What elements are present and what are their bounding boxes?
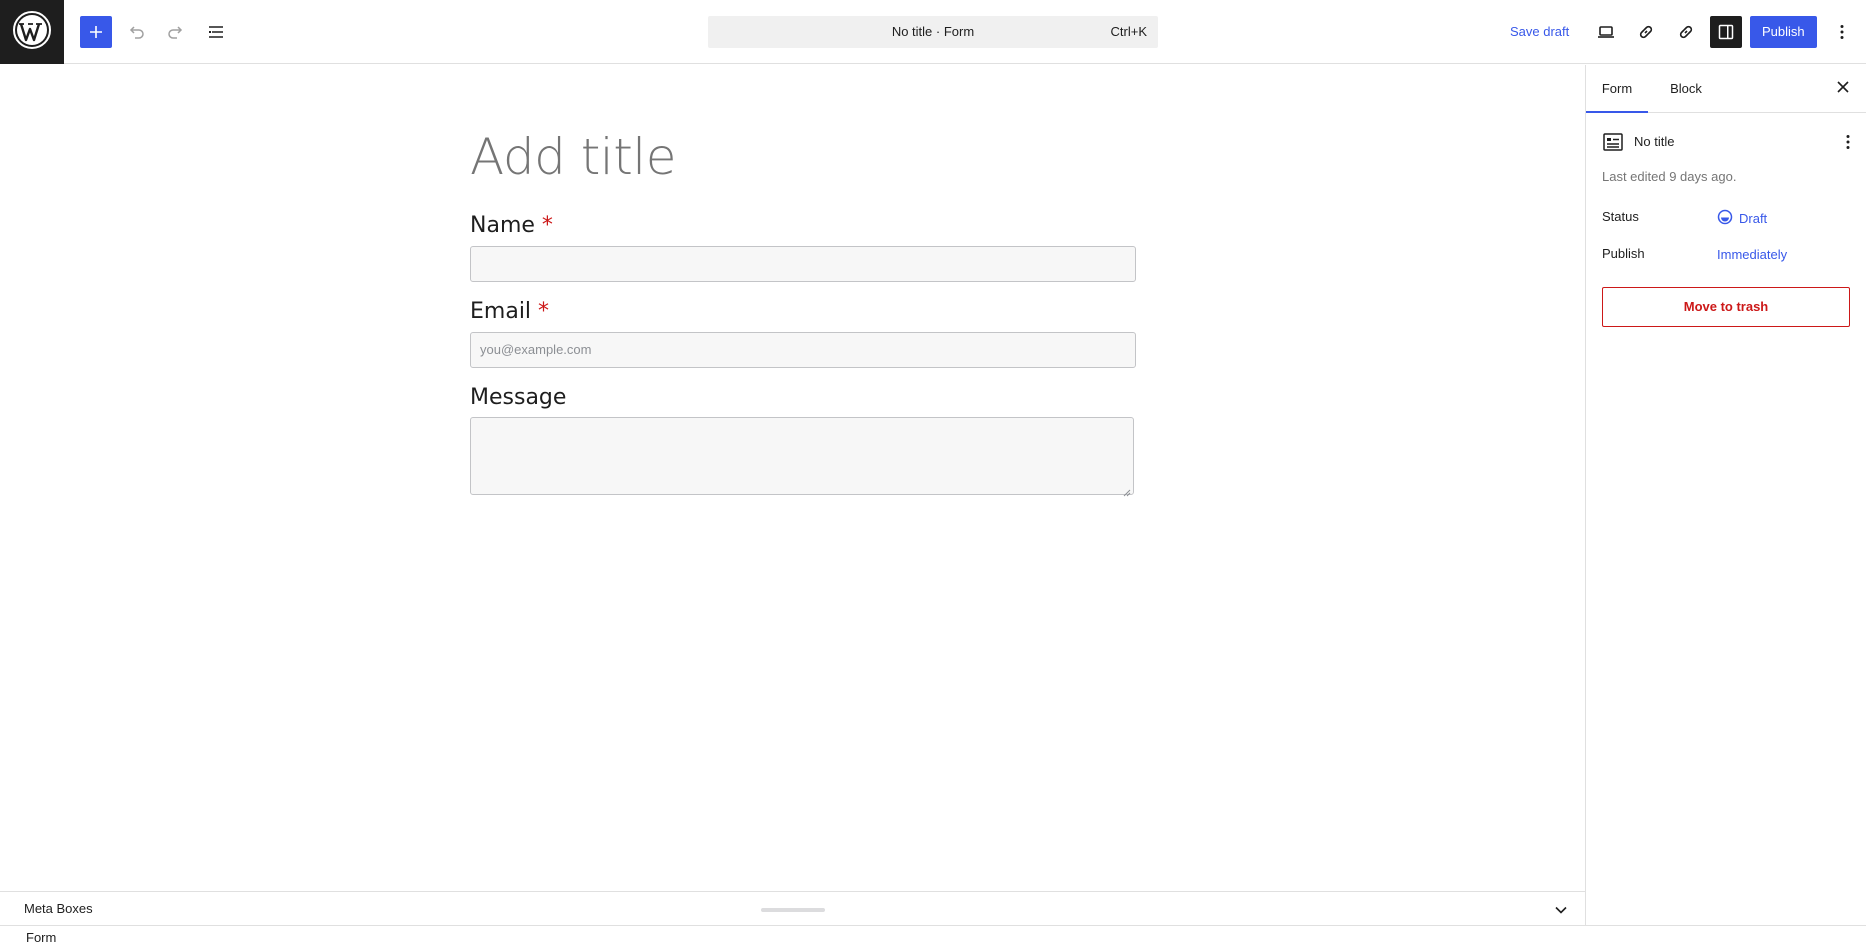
message-field-label: Message	[470, 385, 566, 410]
copy-link-button[interactable]	[1670, 16, 1702, 48]
document-summary: No title	[1602, 129, 1852, 155]
document-overview-button[interactable]	[200, 16, 232, 48]
undo-button[interactable]	[120, 16, 152, 48]
close-icon	[1836, 80, 1850, 99]
move-to-trash-button[interactable]: Move to trash	[1602, 287, 1850, 327]
preview-button[interactable]	[1590, 16, 1622, 48]
chevron-down-icon[interactable]	[1552, 901, 1570, 919]
link-icon	[1676, 22, 1696, 42]
sidebar-tabs: Form Block	[1586, 65, 1866, 113]
undo-icon	[126, 22, 146, 42]
plus-icon	[88, 24, 104, 40]
editor-canvas: Add title Name * Email * you@example.com…	[0, 65, 1585, 891]
wordpress-logo-button[interactable]	[0, 0, 64, 64]
required-marker: *	[541, 213, 553, 238]
sidebar-settings-icon	[1716, 22, 1736, 42]
email-label-text: Email	[470, 299, 532, 324]
save-draft-button[interactable]: Save draft	[1504, 16, 1575, 48]
meta-boxes-title: Meta Boxes	[24, 901, 93, 916]
publish-label: Publish	[1602, 246, 1645, 261]
publish-date-button[interactable]: Immediately	[1717, 247, 1787, 262]
status-value-button[interactable]: Draft	[1717, 209, 1767, 228]
list-view-icon	[206, 22, 226, 42]
name-field-label: Name *	[470, 213, 553, 238]
editor-header: No title · Form Ctrl+K Save draft Publis…	[0, 0, 1866, 64]
desktop-preview-icon	[1596, 22, 1616, 42]
options-menu-button[interactable]	[1826, 16, 1858, 48]
redo-button[interactable]	[160, 16, 192, 48]
post-title-input[interactable]: Add title	[470, 128, 676, 186]
name-input[interactable]	[470, 246, 1136, 282]
settings-sidebar: Form Block No title Last edited 9 days a…	[1585, 65, 1866, 925]
email-field-label: Email *	[470, 299, 549, 324]
block-breadcrumb-bar: Form	[0, 925, 1866, 950]
status-value-text: Draft	[1739, 211, 1768, 226]
settings-toggle-button[interactable]	[1710, 16, 1742, 48]
add-block-button[interactable]	[80, 16, 112, 48]
meta-boxes-panel: Meta Boxes	[0, 891, 1585, 925]
command-palette-bar[interactable]: No title · Form Ctrl+K	[708, 16, 1158, 48]
wordpress-logo-icon	[12, 10, 52, 55]
required-marker: *	[538, 299, 550, 324]
message-textarea[interactable]	[470, 417, 1134, 497]
meta-boxes-resize-handle[interactable]	[761, 908, 825, 912]
vertical-ellipsis-icon	[1832, 22, 1852, 42]
link-icon	[1636, 22, 1656, 42]
redo-icon	[166, 22, 186, 42]
document-title: No title · Form	[891, 24, 975, 39]
document-actions-button[interactable]	[1838, 132, 1858, 152]
status-label: Status	[1602, 209, 1639, 224]
document-title-label: No title	[1634, 134, 1675, 149]
keyboard-shortcut: Ctrl+K	[1110, 24, 1147, 39]
publish-button[interactable]: Publish	[1750, 16, 1817, 48]
draft-status-icon	[1717, 209, 1733, 228]
email-input[interactable]: you@example.com	[470, 332, 1136, 368]
breadcrumb-item-form[interactable]: Form	[26, 926, 56, 950]
close-sidebar-button[interactable]	[1833, 79, 1853, 99]
message-label-text: Message	[470, 385, 567, 410]
name-label-text: Name	[470, 213, 535, 238]
view-post-link-button[interactable]	[1630, 16, 1662, 48]
last-edited-text: Last edited 9 days ago.	[1602, 169, 1737, 184]
tab-form[interactable]: Form	[1586, 65, 1648, 113]
form-icon	[1602, 131, 1624, 153]
resize-grip-icon[interactable]	[1123, 484, 1131, 497]
vertical-ellipsis-icon	[1846, 135, 1850, 149]
tab-block[interactable]: Block	[1664, 65, 1708, 113]
